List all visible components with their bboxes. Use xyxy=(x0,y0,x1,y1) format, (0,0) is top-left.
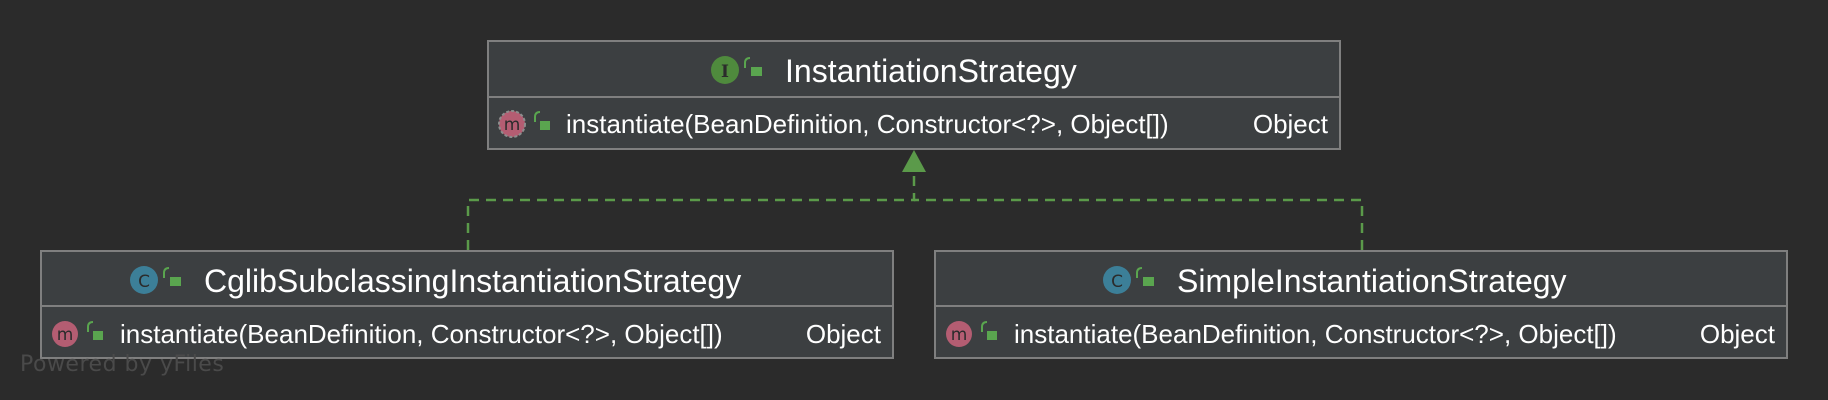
method-icon-letter: m xyxy=(504,115,521,135)
method-signature: instantiate(BeanDefinition, Constructor<… xyxy=(566,109,1169,139)
connector-cglib-to-interface xyxy=(466,168,916,250)
inheritance-connectors xyxy=(466,150,1364,250)
class-icon-letter: C xyxy=(138,272,150,292)
method-icon-letter: m xyxy=(951,325,968,345)
node-title: SimpleInstantiationStrategy xyxy=(1177,263,1567,299)
method-return-type: Object xyxy=(1253,109,1329,139)
node-instantiation-strategy[interactable]: I InstantiationStrategy m instantiate(Be… xyxy=(487,40,1341,150)
connector-simple-to-interface xyxy=(914,198,1364,250)
uml-class-diagram: I InstantiationStrategy m instantiate(Be… xyxy=(40,40,1788,359)
yfiles-watermark: Powered by yFiles xyxy=(20,352,225,377)
node-title: CglibSubclassingInstantiationStrategy xyxy=(204,263,741,299)
interface-icon-letter: I xyxy=(721,62,729,82)
node-simple-instantiation-strategy[interactable]: C SimpleInstantiationStrategy m instanti… xyxy=(934,250,1788,359)
method-icon-letter: m xyxy=(57,325,74,345)
node-title: InstantiationStrategy xyxy=(785,53,1077,89)
class-icon-letter: C xyxy=(1111,272,1123,292)
inheritance-arrow-head xyxy=(902,150,926,172)
method-return-type: Object xyxy=(806,319,882,349)
method-signature: instantiate(BeanDefinition, Constructor<… xyxy=(120,319,723,349)
method-signature: instantiate(BeanDefinition, Constructor<… xyxy=(1014,319,1617,349)
method-return-type: Object xyxy=(1700,319,1776,349)
node-cglib-subclassing-instantiation-strategy[interactable]: C CglibSubclassingInstantiationStrategy … xyxy=(40,250,894,359)
